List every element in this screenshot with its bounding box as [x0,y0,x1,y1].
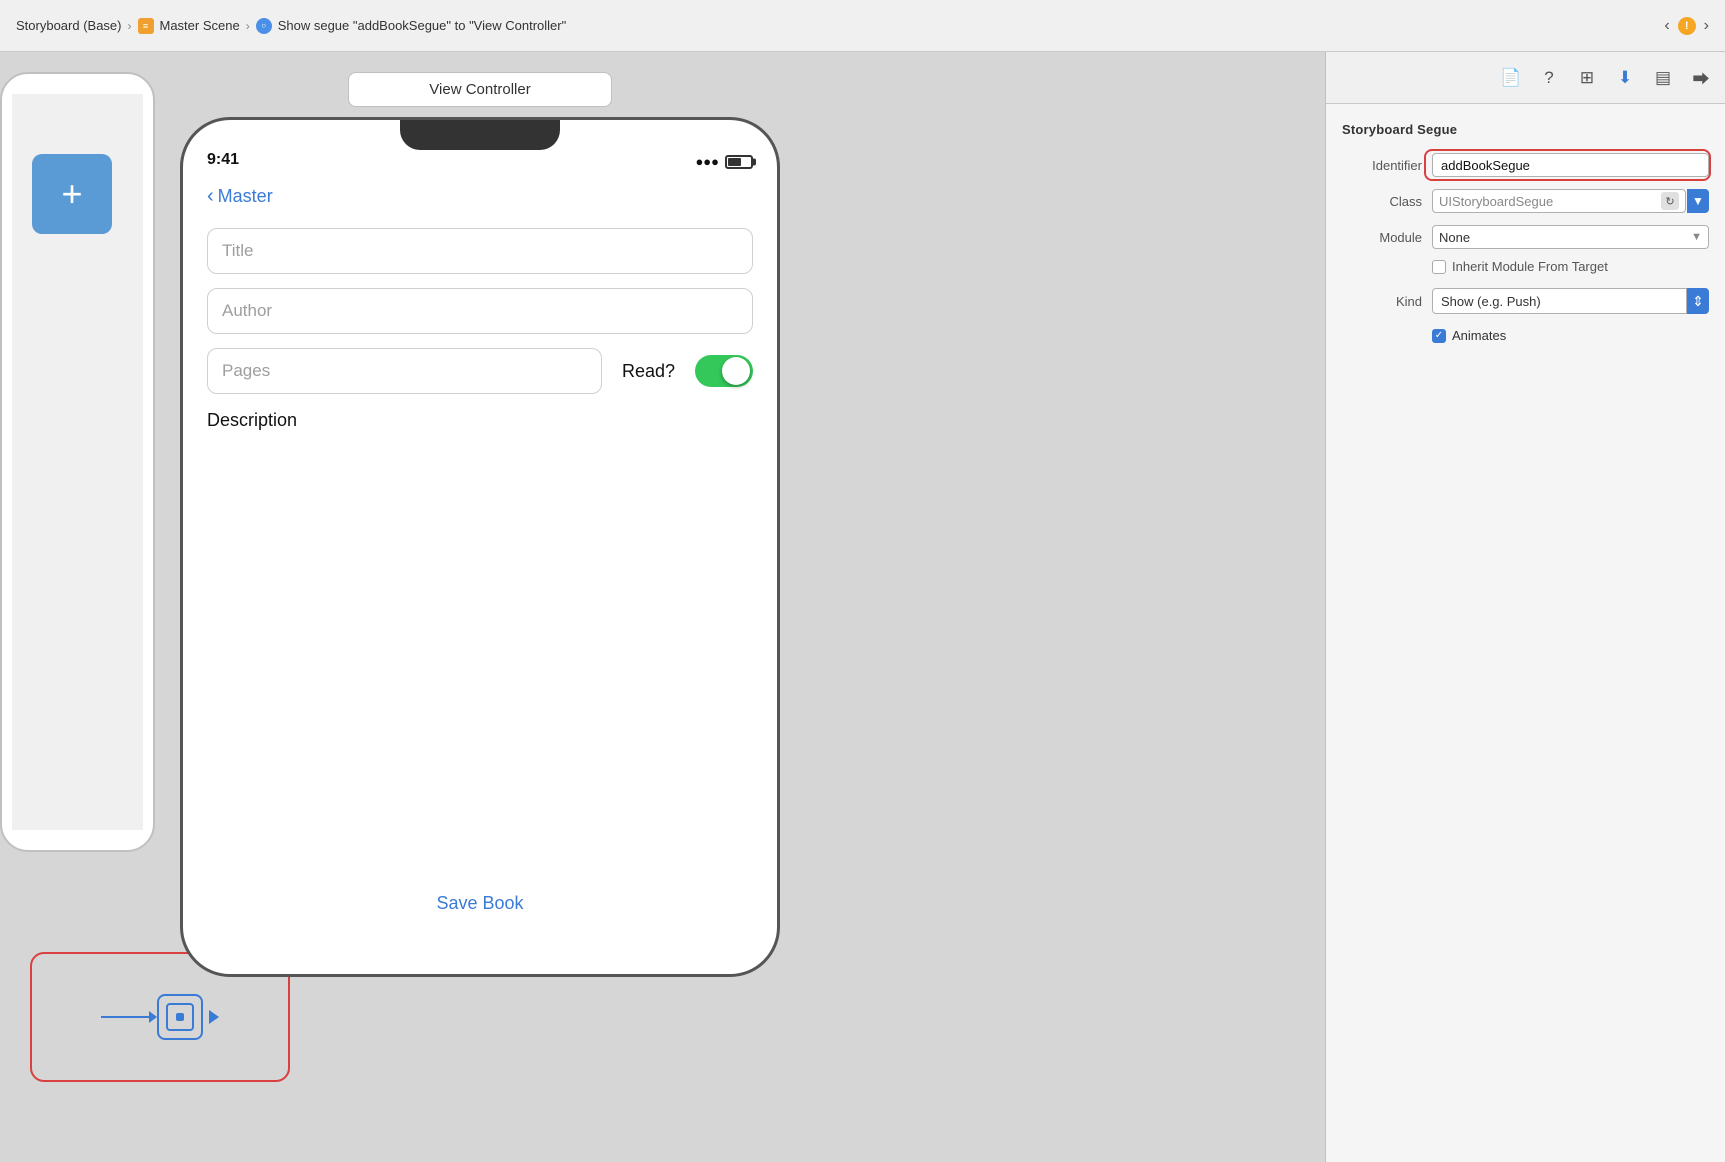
title-placeholder: Title [222,241,254,261]
kind-value: Show (e.g. Push) [1441,294,1541,309]
phone-main: 9:41 ●●● ‹ Master Title [180,117,780,977]
phone-content: ‹ Master Title Author Pages Read? [183,175,777,974]
kind-label: Kind [1342,294,1422,309]
signal-icon: ●●● [695,154,719,169]
phone-left-screen: + [12,94,143,830]
canvas-area: + View Controller 9:41 [0,52,1325,1162]
view-controller-label: View Controller [348,72,611,107]
inspector-content: Storyboard Segue Identifier addBookSegue… [1326,104,1725,1162]
toggle-knob [722,357,750,385]
breadcrumb-sep-1: › [128,19,132,33]
breadcrumb-scene: Master Scene [160,18,240,33]
scene-icon: ≡ [138,18,154,34]
help-icon[interactable]: ? [1537,66,1561,90]
segue-line-left [101,1016,151,1018]
sidebar-icon[interactable]: ▤ [1651,66,1675,90]
kind-row: Kind Show (e.g. Push) ⇕ [1342,288,1709,314]
breadcrumb-segue: Show segue "addBookSegue" to "View Contr… [278,18,567,33]
phone-left: + [0,72,155,852]
class-dropdown-button[interactable]: ▼ [1687,189,1709,213]
battery-fill [728,158,741,166]
add-button[interactable]: + [32,154,112,234]
phone-notch [400,120,560,150]
module-label: Module [1342,230,1422,245]
segue-box-inner [166,1003,194,1031]
file-icon[interactable]: 📄 [1499,66,1523,90]
breadcrumb-sep-2: › [246,19,250,33]
segue-arrow-right [209,1010,219,1024]
phone-main-wrapper: View Controller 9:41 ●●● ‹ Master [180,72,780,977]
nav-forward-icon[interactable]: › [1704,17,1709,35]
read-toggle[interactable] [695,355,753,387]
forward-icon[interactable]: ⮕ [1689,66,1713,90]
pages-field[interactable]: Pages [207,348,602,394]
title-field[interactable]: Title [207,228,753,274]
download-icon[interactable]: ⬇ [1613,66,1637,90]
class-value: UIStoryboardSegue [1439,194,1657,209]
back-nav[interactable]: ‹ Master [207,185,753,208]
segue-box-dot [176,1013,184,1021]
nav-back-icon[interactable]: ‹ [1664,17,1669,35]
animates-label: Animates [1452,328,1506,343]
module-chevron-icon: ▼ [1691,231,1702,243]
inherit-row: Inherit Module From Target [1342,259,1709,274]
grid-icon[interactable]: ⊞ [1575,66,1599,90]
class-action-button[interactable]: ↻ [1661,192,1679,210]
right-panel: 📄 ? ⊞ ⬇ ▤ ⮕ Storyboard Segue Identifier … [1325,52,1725,1162]
inspector-title: Storyboard Segue [1342,122,1709,137]
identifier-label: Identifier [1342,158,1422,173]
inherit-checkbox[interactable] [1432,260,1446,274]
plus-icon: + [61,173,82,215]
identifier-row: Identifier addBookSegue [1342,153,1709,177]
segue-inner [101,994,219,1040]
right-toolbar: 📄 ? ⊞ ⬇ ▤ ⮕ [1326,52,1725,104]
identifier-input[interactable]: addBookSegue [1432,153,1709,177]
kind-select[interactable]: Show (e.g. Push) [1432,288,1687,314]
pages-read-row: Pages Read? [207,348,753,394]
read-label: Read? [622,361,675,382]
save-book-button[interactable]: Save Book [436,893,523,914]
back-chevron-icon: ‹ [207,185,214,208]
kind-stepper-button[interactable]: ⇕ [1687,288,1709,314]
phone-time: 9:41 [207,151,239,169]
inherit-label: Inherit Module From Target [1452,259,1608,274]
breadcrumb-bar: Storyboard (Base) › ≡ Master Scene › ○ S… [0,0,1725,52]
author-placeholder: Author [222,301,272,321]
warning-icon: ! [1678,17,1696,35]
nav-arrows: ‹ ! › [1664,17,1709,35]
module-row: Module None ▼ [1342,225,1709,249]
pages-placeholder: Pages [222,361,270,381]
breadcrumb-storyboard: Storyboard (Base) [16,18,122,33]
class-row: Class UIStoryboardSegue ↻ ▼ [1342,189,1709,213]
author-field[interactable]: Author [207,288,753,334]
module-select[interactable]: None ▼ [1432,225,1709,249]
description-label: Description [207,410,753,431]
phone-status-right: ●●● [695,154,753,169]
segue-box[interactable] [157,994,203,1040]
module-value: None [1439,230,1470,245]
animates-row: ✓ Animates [1342,328,1709,343]
segue-icon: ○ [256,18,272,34]
animates-checkbox[interactable]: ✓ [1432,329,1446,343]
class-input-wrap: UIStoryboardSegue ↻ [1432,189,1686,213]
main-area: + View Controller 9:41 [0,52,1725,1162]
class-label: Class [1342,194,1422,209]
back-label: Master [218,186,273,207]
battery-icon [725,155,753,169]
